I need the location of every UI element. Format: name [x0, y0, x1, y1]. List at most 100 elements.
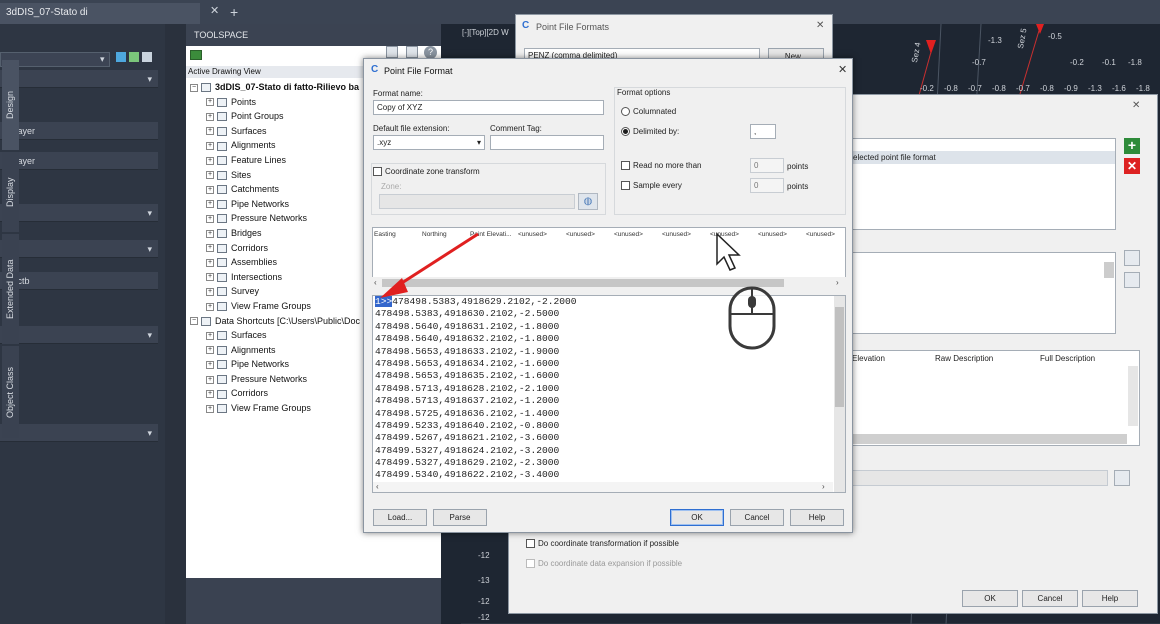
parse-button[interactable]: Parse — [433, 509, 487, 526]
property-row[interactable]: ard.ctb — [0, 272, 158, 290]
properties-section-header[interactable]: ▾ — [0, 70, 158, 88]
comment-tag-input[interactable] — [490, 135, 604, 150]
expand-icon[interactable]: + — [206, 360, 214, 369]
column-header[interactable]: <unused> — [758, 231, 787, 238]
quick-select-icon[interactable] — [116, 52, 126, 62]
radio-delimited[interactable]: Delimited by: — [621, 127, 679, 137]
properties-section-header[interactable]: ▾ — [0, 424, 158, 442]
sample-count-input[interactable]: 0 — [750, 178, 784, 193]
expand-icon[interactable]: + — [206, 156, 214, 165]
scrollbar-thumb[interactable] — [1104, 262, 1114, 278]
toolspace-icon-1[interactable] — [386, 46, 398, 58]
coordinate-select[interactable] — [848, 470, 1108, 486]
document-tab[interactable]: 3dDIS_07-Stato di fat...baltimetrico_Fas… — [0, 3, 200, 38]
checkbox[interactable] — [526, 539, 535, 549]
column-header[interactable]: <unused> — [566, 231, 595, 238]
pick-icon[interactable] — [1114, 470, 1130, 486]
expand-icon[interactable]: + — [206, 331, 214, 340]
files-list[interactable] — [848, 252, 1116, 334]
expand-icon[interactable]: + — [206, 302, 214, 311]
chevron-down-icon[interactable]: ▾ — [147, 326, 152, 344]
tab-object-class[interactable]: Object Class — [2, 346, 19, 438]
add-icon[interactable]: + — [1124, 138, 1140, 154]
close-icon[interactable]: ✕ — [816, 20, 824, 31]
chevron-down-icon[interactable]: ▾ — [147, 204, 152, 222]
expand-icon[interactable]: + — [206, 404, 214, 413]
expand-icon[interactable]: + — [206, 214, 214, 223]
expand-icon[interactable]: + — [206, 142, 214, 150]
add-files-icon[interactable] — [1124, 250, 1140, 266]
chk-coordinate-transform[interactable]: Do coordinate transformation if possible — [526, 539, 679, 549]
coord-zone-checkbox[interactable]: Coordinate zone transform — [373, 167, 480, 177]
property-row[interactable]: ByLayer — [0, 122, 158, 140]
ok-button[interactable]: OK — [670, 509, 724, 526]
tab-display[interactable]: Display — [2, 152, 19, 232]
properties-section-header[interactable]: ▾ — [0, 240, 158, 258]
chevron-down-icon[interactable]: ▾ — [147, 70, 152, 88]
close-icon[interactable]: ✕ — [1132, 100, 1140, 111]
chk-sample-every[interactable]: Sample every — [621, 181, 682, 191]
ext-select[interactable]: .xyz ▾ — [373, 135, 485, 150]
properties-section-header[interactable]: ▾ — [0, 204, 158, 222]
chevron-down-icon[interactable]: ▾ — [147, 240, 152, 258]
close-tab-icon[interactable]: ✕ — [210, 5, 222, 17]
column-header[interactable]: <unused> — [662, 231, 691, 238]
chevron-down-icon[interactable]: ▾ — [477, 136, 481, 149]
chk-read-no-more[interactable]: Read no more than — [621, 161, 702, 171]
toolspace-icon-2[interactable] — [406, 46, 418, 58]
scrollbar-thumb[interactable] — [835, 307, 844, 407]
checkbox[interactable] — [526, 559, 535, 569]
property-row[interactable]: ByLayer — [0, 152, 158, 170]
expand-icon[interactable]: + — [206, 273, 214, 282]
column-header[interactable]: <unused> — [518, 231, 547, 238]
help-button[interactable]: Help — [790, 509, 844, 526]
cancel-button[interactable]: Cancel — [730, 509, 784, 526]
expand-icon[interactable]: + — [206, 258, 214, 267]
prospector-icon[interactable] — [190, 50, 202, 60]
pickadd-icon[interactable] — [142, 52, 152, 62]
load-button[interactable]: Load... — [373, 509, 427, 526]
checkbox[interactable] — [621, 181, 630, 191]
select-objects-icon[interactable] — [129, 52, 139, 62]
remove-icon[interactable]: ✕ — [1124, 158, 1140, 174]
scrollbar-horizontal[interactable] — [373, 482, 833, 492]
zone-input[interactable] — [379, 194, 575, 209]
checkbox[interactable] — [373, 167, 382, 177]
expand-icon[interactable]: + — [206, 244, 214, 253]
scroll-left-icon[interactable]: ‹ — [376, 482, 379, 491]
expand-icon[interactable]: + — [206, 185, 214, 194]
chevron-down-icon[interactable]: ▾ — [147, 424, 152, 442]
scrollbar-horizontal[interactable] — [849, 434, 1127, 444]
radio[interactable] — [621, 127, 630, 137]
new-tab-icon[interactable]: + — [230, 4, 238, 20]
column-header[interactable]: <unused> — [806, 231, 835, 238]
close-icon[interactable]: ✕ — [838, 63, 847, 76]
cancel-button[interactable]: Cancel — [1022, 590, 1078, 607]
file-options-icon[interactable] — [1124, 272, 1140, 288]
expand-icon[interactable]: + — [206, 127, 214, 136]
globe-icon[interactable]: ◍ — [578, 193, 598, 210]
scroll-right-icon[interactable]: › — [836, 278, 839, 287]
help-button[interactable]: Help — [1082, 590, 1138, 607]
expand-icon[interactable]: + — [206, 287, 214, 296]
chk-coordinate-expansion[interactable]: Do coordinate data expansion if possible — [526, 559, 682, 569]
scroll-right-icon[interactable]: › — [822, 482, 825, 491]
scrollbar[interactable] — [1128, 366, 1138, 426]
read-count-input[interactable]: 0 — [750, 158, 784, 173]
radio-columnated[interactable]: Columnated — [621, 107, 676, 117]
format-name-input[interactable]: Copy of XYZ — [373, 100, 604, 115]
radio[interactable] — [621, 107, 630, 117]
expand-icon[interactable]: + — [206, 390, 214, 399]
chevron-down-icon[interactable]: ▾ — [100, 54, 105, 65]
tab-extended-data[interactable]: Extended Data — [2, 234, 19, 344]
expand-icon[interactable]: + — [206, 375, 214, 384]
ok-button[interactable]: OK — [962, 590, 1018, 607]
tab-design[interactable]: Design — [2, 60, 19, 150]
expand-icon[interactable]: + — [206, 229, 214, 238]
expand-icon[interactable]: + — [206, 171, 214, 180]
properties-section-header[interactable]: ▾ — [0, 326, 158, 344]
expand-icon[interactable]: + — [206, 112, 214, 121]
expand-icon[interactable]: + — [206, 346, 214, 355]
expand-icon[interactable]: + — [206, 98, 214, 107]
checkbox[interactable] — [621, 161, 630, 171]
